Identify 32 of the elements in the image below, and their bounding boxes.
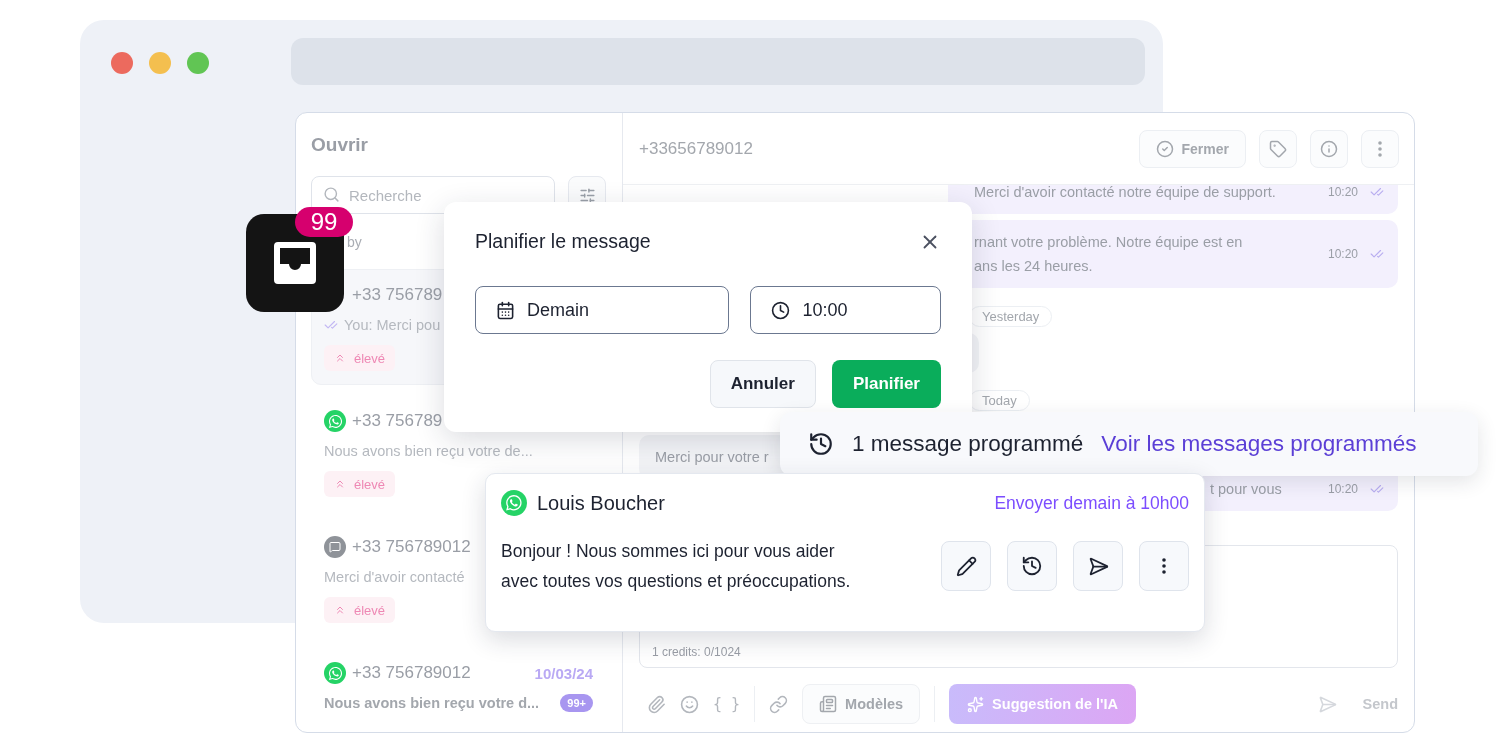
- message-preview: Merci d'avoir contacté: [324, 569, 465, 585]
- message-text: Bonjour ! Nous sommes ici pour vous aider avec toutes vos questions et préoccupations.: [501, 540, 852, 593]
- contact-name: Louis Boucher: [537, 491, 665, 515]
- sort-label: by: [347, 234, 362, 250]
- date-separator: Yesterday: [969, 306, 1053, 327]
- phone-number: +33 756789012: [352, 663, 471, 683]
- message-time: 10:20: [1327, 247, 1358, 261]
- message-text: Merci d'avoir contacté notre équipe de support.: [974, 185, 1277, 202]
- notification-badge: 99: [295, 207, 353, 237]
- unread-count: 99+: [560, 694, 593, 712]
- message-text: Merci pour votre r: [655, 448, 769, 467]
- phone-number: +33 756789: [352, 285, 443, 305]
- message-time: 10:20: [1327, 185, 1358, 199]
- phone-number: +33 756789012: [352, 537, 471, 557]
- message-preview: You: Merci pou: [344, 317, 441, 333]
- message-text: rnant votre problème. Notre équipe est en ans les 24 heures.: [974, 233, 1244, 276]
- scheduled-count: 1 message programmé: [852, 431, 1084, 457]
- date-separator: Today: [969, 390, 1030, 411]
- contact-phone: +33656789012: [639, 138, 753, 159]
- message-preview: Nous avons bien reçu votre d...: [324, 695, 540, 711]
- credits-counter: 1 credits: 0/1024: [652, 645, 741, 659]
- dialog-title: Planifier le message: [475, 230, 651, 253]
- priority-label: élevé: [354, 476, 386, 492]
- conversation-date: 10/03/24: [534, 664, 593, 682]
- phone-number: +33 756789: [352, 411, 443, 431]
- message-time: 10:20: [1327, 482, 1358, 496]
- priority-label: élevé: [354, 350, 386, 366]
- sidebar-title: Ouvrir: [311, 133, 370, 157]
- schedule-time: Envoyer demain à 10h00: [994, 492, 1189, 514]
- message-preview: Nous avons bien reçu votre de...: [324, 443, 533, 459]
- priority-label: élevé: [354, 602, 386, 618]
- message-text: t pour vous: [1210, 480, 1283, 499]
